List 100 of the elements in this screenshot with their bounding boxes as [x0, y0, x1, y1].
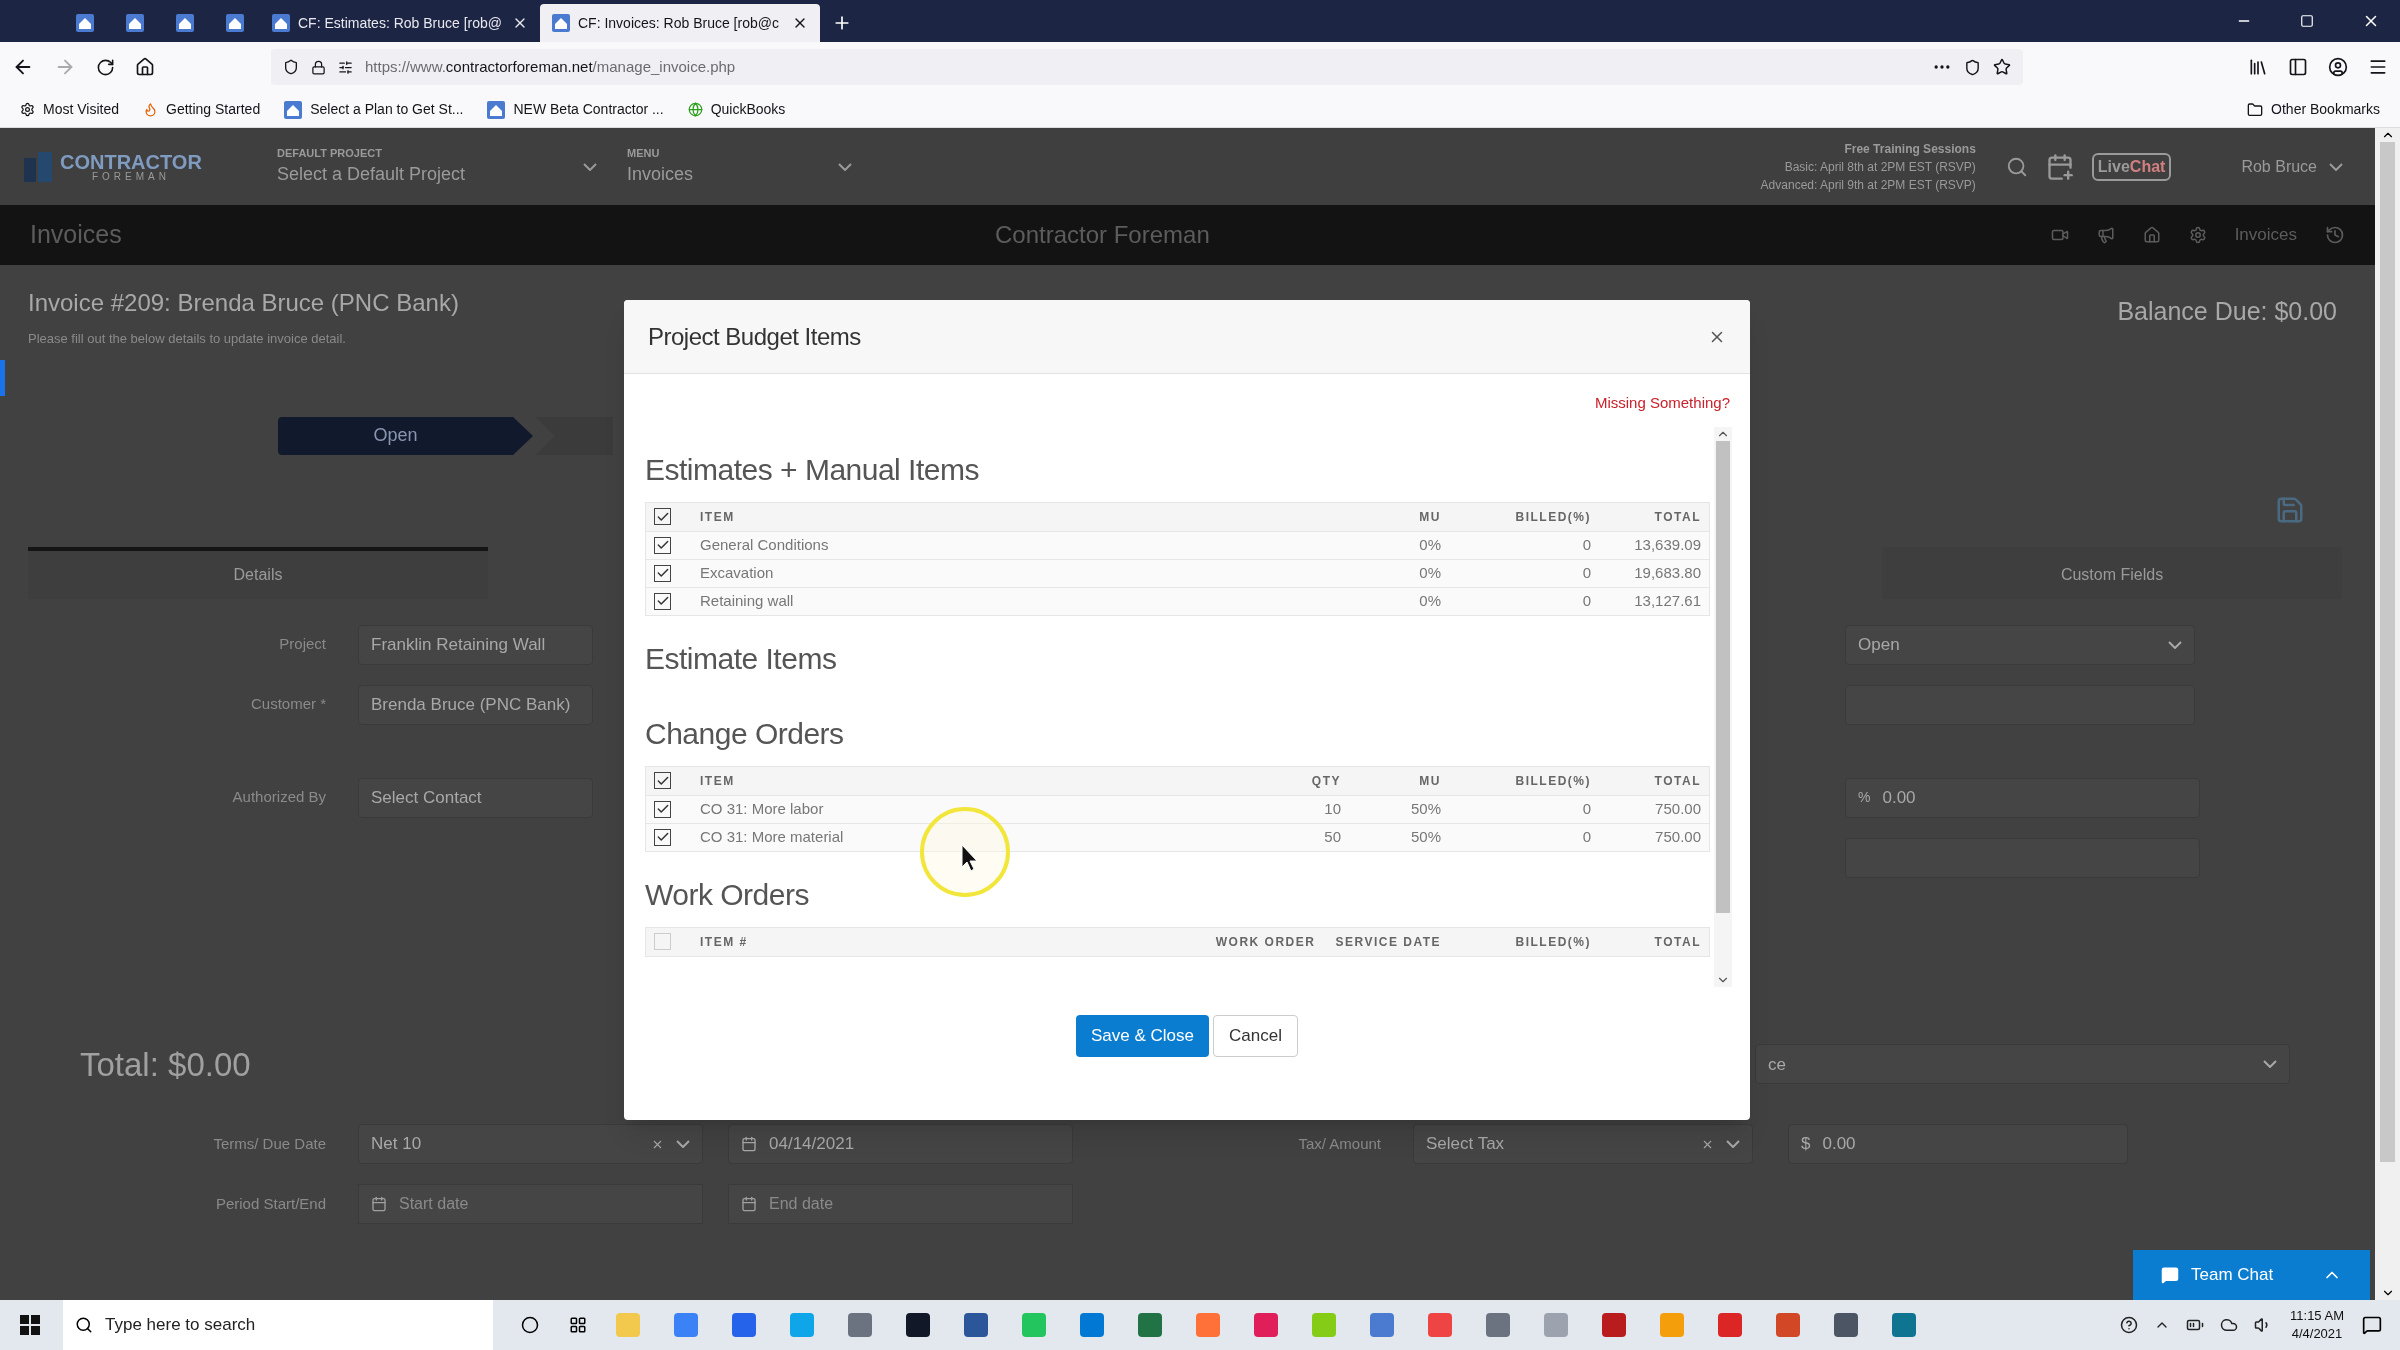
calendar-plus-icon[interactable]: [2045, 152, 2074, 181]
app-tile-icon[interactable]: [1834, 1313, 1858, 1337]
app-tile-icon[interactable]: [1718, 1313, 1742, 1337]
column-header: TOTAL: [1654, 933, 1701, 951]
end-date-picker[interactable]: End date: [728, 1184, 1073, 1224]
team-chat-button[interactable]: Team Chat: [2133, 1250, 2370, 1300]
checkbox[interactable]: [654, 592, 671, 610]
app-tile-icon[interactable]: [1254, 1313, 1278, 1337]
status-select[interactable]: Open: [1845, 624, 2195, 665]
help-icon[interactable]: [2120, 1316, 2139, 1334]
start-date-picker[interactable]: Start date: [358, 1184, 703, 1224]
notification-icon[interactable]: [2362, 1315, 2382, 1335]
tax-select[interactable]: Select Tax: [1413, 1124, 1753, 1164]
app-tile-icon[interactable]: [1196, 1313, 1220, 1337]
checkbox[interactable]: [654, 828, 671, 846]
save-close-button[interactable]: Save & Close: [1076, 1014, 1210, 1057]
missing-something-link[interactable]: Missing Something?: [1594, 392, 1730, 415]
table-cell-text: 0: [1582, 562, 1591, 583]
taskbar-search-field[interactable]: Type here to search: [63, 1300, 493, 1350]
table-cell-text: 0%: [1419, 562, 1441, 583]
chevron-down-icon: [2168, 640, 2182, 649]
app-tile-icon[interactable]: [1080, 1313, 1104, 1337]
table-cell-text: Excavation: [700, 562, 774, 583]
reload-icon[interactable]: [96, 57, 115, 77]
due-date-field[interactable]: 04/14/2021: [728, 1124, 1073, 1164]
windows-start-icon[interactable]: [20, 1315, 40, 1335]
app-tile-icon[interactable]: [906, 1313, 930, 1337]
bookmark-item[interactable]: Other Bookmarks: [2247, 99, 2380, 120]
app-tile-icon[interactable]: [1312, 1313, 1336, 1337]
checkbox[interactable]: [654, 536, 671, 554]
app-tile-icon[interactable]: [1660, 1313, 1684, 1337]
invoice-total: Total: $0.00: [80, 1044, 251, 1085]
app-tile-icon[interactable]: [964, 1313, 988, 1337]
maximize-icon[interactable]: [2300, 14, 2314, 28]
tab-title: CF: Estimates: Rob Bruce [rob@: [298, 13, 504, 33]
start-date-field[interactable]: Start date: [399, 1192, 679, 1216]
checkbox[interactable]: [654, 564, 671, 582]
breadcrumb-link[interactable]: Invoices: [2234, 222, 2297, 248]
cloud-icon[interactable]: [2220, 1316, 2239, 1334]
app-tile-icon[interactable]: [1544, 1313, 1568, 1337]
app-tile-icon[interactable]: [1022, 1313, 1046, 1337]
menu-select[interactable]: MENU Invoices: [627, 144, 852, 189]
app-tile-icon[interactable]: [674, 1313, 698, 1337]
checkbox[interactable]: [654, 800, 671, 818]
library-icon[interactable]: [2248, 57, 2268, 77]
app-tile-icon[interactable]: [1428, 1313, 1452, 1337]
gear-icon[interactable]: [2188, 226, 2207, 244]
browser-tab[interactable]: CF: Invoices: Rob Bruce [rob@c: [540, 4, 820, 42]
app-tile-icon[interactable]: [790, 1313, 814, 1337]
project-select[interactable]: DEFAULT PROJECT Select a Default Project: [277, 144, 597, 189]
bookmark-item[interactable]: NEW Beta Contractor ...: [487, 99, 664, 120]
search-icon[interactable]: [2005, 155, 2028, 178]
contact-select[interactable]: Select Contact: [358, 777, 593, 818]
clock[interactable]: 11:15 AM 4/4/2021: [2290, 1307, 2344, 1343]
terms-select[interactable]: Net 10: [358, 1124, 703, 1164]
amount-field[interactable]: $ 0.00: [1788, 1124, 2128, 1164]
text-field[interactable]: Brenda Bruce (PNC Bank): [358, 684, 593, 725]
app-tile-icon[interactable]: [1370, 1313, 1394, 1337]
cancel-button[interactable]: Cancel: [1213, 1014, 1298, 1057]
bookmark-item[interactable]: Getting Started: [143, 99, 261, 120]
megaphone-icon[interactable]: [2096, 226, 2115, 244]
live-chat-button[interactable]: LiveChat: [2091, 152, 2172, 181]
app-tile-icon[interactable]: [1892, 1313, 1916, 1337]
menu-icon[interactable]: [2368, 57, 2388, 77]
select-field[interactable]: ce: [1755, 1044, 2290, 1085]
percent-field[interactable]: % 0.00: [1845, 777, 2200, 818]
home-icon[interactable]: [135, 57, 155, 77]
app-tile-icon[interactable]: [1486, 1313, 1510, 1337]
account-icon[interactable]: [2328, 57, 2348, 77]
section-heading: Work Orders: [645, 876, 810, 913]
app-tile-icon[interactable]: [1602, 1313, 1626, 1337]
app-tile-icon[interactable]: [1776, 1313, 1800, 1337]
app-tile-icon[interactable]: [848, 1313, 872, 1337]
task-view-icon[interactable]: [569, 1316, 587, 1334]
bookmark-item[interactable]: Select a Plan to Get St...: [284, 99, 464, 120]
scroll-thumb[interactable]: [1716, 440, 1730, 913]
training-session-link[interactable]: Advanced: April 9th at 2PM EST (RSVP): [1760, 175, 1976, 194]
user-name[interactable]: Rob Bruce: [2241, 154, 2317, 179]
checkbox[interactable]: [654, 508, 671, 525]
calendar-icon: [371, 1196, 387, 1212]
column-header: WORK ORDER: [1215, 933, 1316, 951]
text-field[interactable]: Franklin Retaining Wall: [358, 624, 593, 665]
scroll-thumb[interactable]: [2380, 142, 2395, 1162]
bookmark-star-icon[interactable]: [1993, 58, 2011, 76]
app-tile-icon[interactable]: [616, 1313, 640, 1337]
url-field[interactable]: https://www.contractorforeman.net/manage_invoice.php: [271, 49, 2023, 85]
training-session-link[interactable]: Basic: April 8th at 2PM EST (RSVP): [1784, 157, 1976, 176]
cortana-icon[interactable]: [521, 1316, 539, 1334]
end-date-field[interactable]: End date: [769, 1192, 1049, 1216]
bookmark-item[interactable]: QuickBooks: [687, 99, 786, 120]
app-tile-icon[interactable]: [732, 1313, 756, 1337]
checkbox[interactable]: [654, 772, 671, 789]
browser-tab[interactable]: CF: Estimates: Rob Bruce [rob@: [260, 4, 540, 42]
sidebar-icon[interactable]: [2288, 57, 2308, 77]
table-cell-text: CO 31: More material: [700, 826, 844, 847]
chevron-down-icon: [676, 1140, 690, 1148]
side-tab-marker: [0, 360, 5, 396]
app-tile-icon[interactable]: [1138, 1313, 1162, 1337]
history-icon[interactable]: [2325, 225, 2345, 245]
bookmark-item[interactable]: Most Visited: [20, 99, 119, 120]
